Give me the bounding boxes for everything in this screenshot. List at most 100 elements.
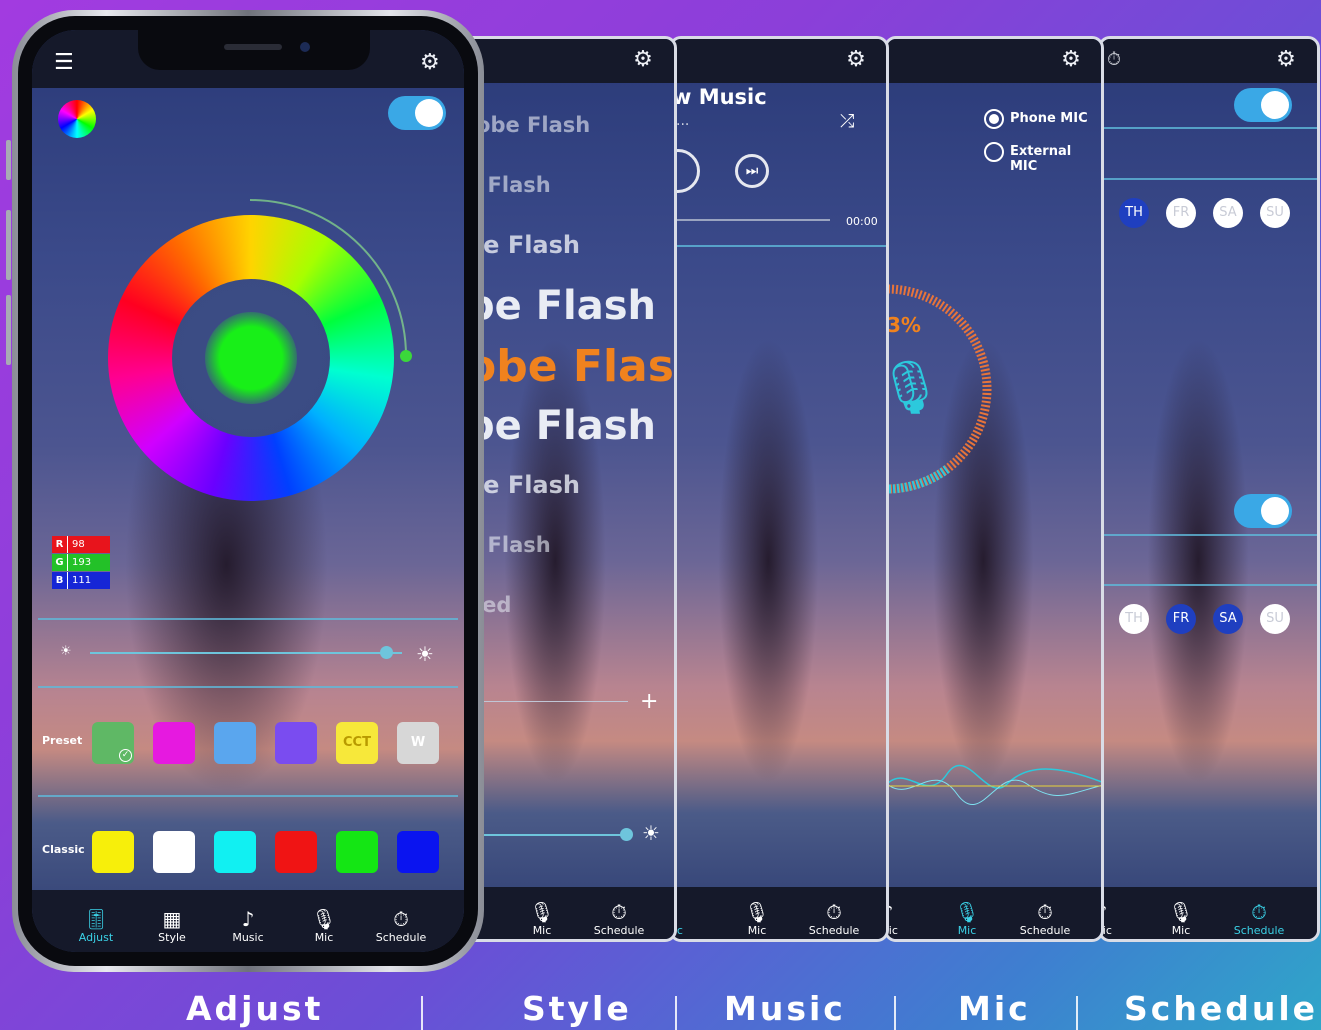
nav-mic[interactable]: 🎙 Mic (284, 907, 364, 944)
sun-small-icon: ☀ (60, 644, 72, 659)
nav-style[interactable]: ▦ Style (132, 907, 212, 944)
nav-mic[interactable]: 🎙 Mic (1141, 900, 1221, 937)
selected-color-dot (205, 312, 297, 404)
timer-icon: ⏱ (611, 900, 627, 924)
nav-adjust[interactable]: 🎚 Adjust (56, 907, 136, 944)
schedule-off-toggle[interactable] (1234, 494, 1292, 528)
settings-gear-icon[interactable]: ⚙ (1060, 49, 1082, 71)
mic-screen: ⚙ Phone MIC External MIC 3% 🎙 ♪usic 🎙Mic… (884, 36, 1104, 942)
day-fr-toggle[interactable]: FR (1166, 198, 1196, 228)
preset-swatch[interactable] (153, 722, 195, 764)
shuffle-icon[interactable]: ⤮ (840, 111, 854, 132)
nav-schedule[interactable]: ⏱ Schedule (794, 900, 874, 937)
divider (1101, 178, 1317, 180)
style-screen: ⚙ tobe Flash e Flash be Flash be Flash obe F… (455, 36, 677, 942)
nav-mic[interactable]: 🎙 Mic (927, 900, 1007, 937)
rgb-channel-label: R (52, 536, 68, 553)
sun-large-icon: ☀ (416, 642, 434, 666)
day-sa-toggle[interactable]: SA (1213, 604, 1243, 634)
schedule-screen: ⏱ ⚙ TH FR SA SU TH FR SA SU ♪usic 🎙Mic ⏱Schedu… (1098, 36, 1320, 942)
rgb-row: G 193 (52, 554, 110, 571)
rgb-channel-value: 193 (72, 557, 92, 568)
style-brightness-track[interactable] (478, 834, 628, 836)
power-toggle[interactable] (388, 96, 446, 130)
adjust-screen: ☰ ⚙ R 98 G 193 B 111 ☀ ☀ Preset ✓ CCT W Classic (32, 30, 464, 952)
day-th-toggle[interactable]: TH (1119, 604, 1149, 634)
divider (38, 795, 458, 797)
day-sa-toggle[interactable]: SA (1213, 198, 1243, 228)
style-brightness-knob[interactable] (620, 828, 633, 841)
nav-schedule[interactable]: ⏱ Schedule (579, 900, 659, 937)
brightness-knob[interactable] (380, 646, 394, 659)
phone-mic-label: Phone MIC (1010, 111, 1088, 126)
rgb-row: R 98 (52, 536, 110, 553)
caption-mic: Mic (958, 989, 1031, 1028)
grid-icon: ▦ (162, 907, 182, 931)
settings-gear-icon[interactable]: ⚙ (1275, 49, 1297, 71)
speaker-grille (224, 44, 282, 50)
style-item[interactable]: tobe Flash (466, 113, 590, 137)
day-su-toggle[interactable]: SU (1260, 198, 1290, 228)
timer-icon: ⏱ (1251, 900, 1267, 924)
speed-slider-track[interactable] (478, 701, 628, 702)
bottom-nav: ♪usic 🎙Mic ⏱Schedule (887, 887, 1101, 939)
microphone-icon: 🎙 (311, 907, 337, 931)
caption-music: Music (724, 989, 846, 1028)
preset-swatch[interactable]: W (397, 722, 439, 764)
rgb-channel-value: 98 (72, 539, 85, 550)
classic-swatch[interactable] (214, 831, 256, 873)
brightness-track[interactable] (90, 652, 402, 654)
preset-swatch[interactable]: CCT (336, 722, 378, 764)
nav-schedule[interactable]: ⏱ Schedule (1219, 900, 1299, 937)
timer-icon: ⏱ (1037, 900, 1053, 924)
speed-plus[interactable]: + (640, 689, 658, 714)
day-th-toggle[interactable]: TH (1119, 198, 1149, 228)
preset-swatch[interactable] (275, 722, 317, 764)
nav-mic[interactable]: 🎙 Mic (717, 900, 797, 937)
color-picker-icon[interactable] (58, 100, 96, 138)
caption-separator (675, 996, 677, 1030)
preset-label: Preset (42, 734, 83, 747)
classic-swatch[interactable] (336, 831, 378, 873)
nav-schedule[interactable]: ⏱ Schedule (361, 907, 441, 944)
day-fr-toggle[interactable]: FR (1166, 604, 1196, 634)
style-item[interactable]: be Flash (466, 283, 656, 329)
top-bar: ⚙ (672, 39, 886, 83)
nav-music[interactable]: ♪ Music (208, 907, 288, 944)
preset-swatch[interactable] (214, 722, 256, 764)
classic-swatch[interactable] (397, 831, 439, 873)
external-mic-label: External MIC (1010, 144, 1072, 174)
nav-mic[interactable]: 🎙 Mic (502, 900, 582, 937)
day-su-toggle[interactable]: SU (1260, 604, 1290, 634)
music-title: w Music (672, 85, 767, 109)
nav-music[interactable]: ♪usic (887, 900, 927, 937)
nav-music[interactable]: ♪usic (1101, 900, 1141, 937)
rgb-channel-label: B (52, 572, 68, 589)
next-track-button[interactable]: ⏭ (735, 154, 769, 188)
microphone-icon: 🎙 (529, 900, 555, 924)
bottom-nav: ♪usic 🎙Mic ⏱Schedule (672, 887, 886, 939)
settings-gear-icon[interactable]: ⚙ (845, 49, 867, 71)
nav-schedule[interactable]: ⏱ Schedule (1005, 900, 1085, 937)
microphone-icon: 🎙 (954, 900, 980, 924)
wheel-handle[interactable] (400, 350, 412, 362)
music-screen: ⚙ w Music ... ⤮ ⏭ 00:00 ♪usic 🎙Mic ⏱Sche… (669, 36, 889, 942)
top-bar: ⏱ ⚙ (1101, 39, 1317, 83)
external-mic-radio[interactable] (984, 142, 1004, 162)
schedule-on-toggle[interactable] (1234, 88, 1292, 122)
settings-gear-icon[interactable]: ⚙ (632, 49, 654, 71)
style-item-selected[interactable]: obe Flash (466, 341, 674, 392)
menu-icon[interactable]: ☰ (54, 50, 74, 75)
phone-mic-radio[interactable] (984, 109, 1004, 129)
mic-percent: 3% (887, 313, 921, 337)
rgb-values: R 98 G 193 B 111 (52, 536, 110, 590)
settings-gear-icon[interactable]: ⚙ (420, 50, 440, 75)
progress-track[interactable] (672, 219, 830, 221)
classic-swatch[interactable] (153, 831, 195, 873)
top-bar: ⚙ (887, 39, 1101, 83)
preset-swatch[interactable]: ✓ (92, 722, 134, 764)
front-camera (300, 42, 310, 52)
classic-swatch[interactable] (275, 831, 317, 873)
classic-swatch[interactable] (92, 831, 134, 873)
style-item[interactable]: be Flash (466, 403, 656, 449)
